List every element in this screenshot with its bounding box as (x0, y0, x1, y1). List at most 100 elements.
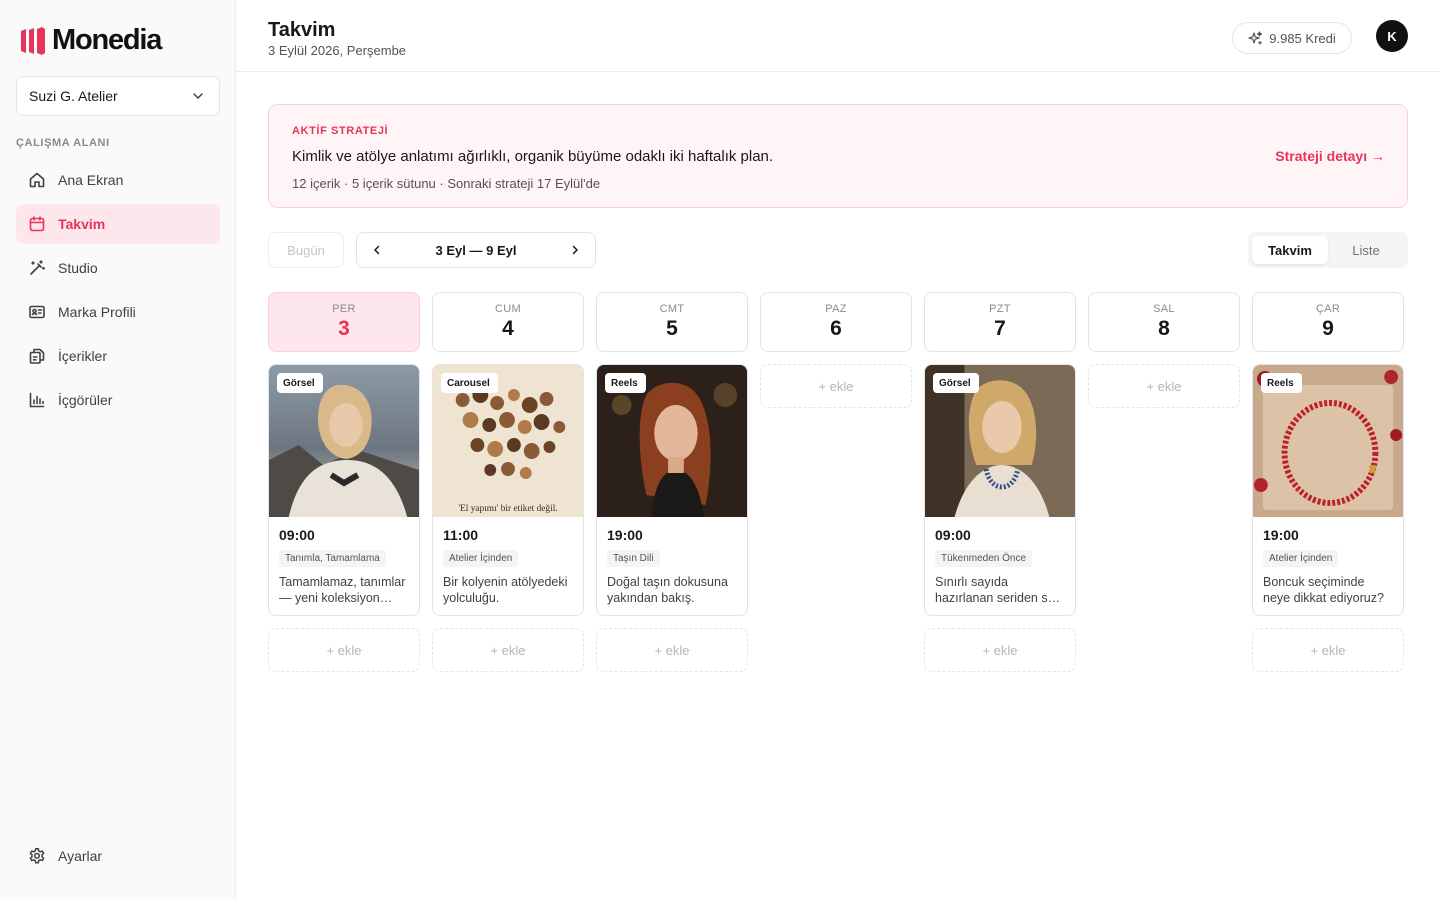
gear-icon (29, 848, 45, 864)
day-header[interactable]: PER 3 (268, 292, 420, 352)
post-card[interactable]: Reels 19:00 Atelier İçinden Boncuk seçim… (1252, 364, 1404, 616)
day-of-week: PAZ (825, 303, 847, 315)
calendar-icon (29, 216, 45, 232)
day-header[interactable]: PAZ 6 (760, 292, 912, 352)
avatar[interactable]: K (1376, 20, 1408, 52)
day-column-tuesday: SAL 8 + ekle (1088, 292, 1240, 408)
logo-mark-icon (21, 26, 45, 55)
sidebar: Monedia Suzi G. Atelier ÇALIŞMA ALANI An… (0, 0, 236, 900)
post-description: Tamamlamaz, tanımlar — yeni koleksiyon y… (279, 575, 406, 605)
content-type-badge: Reels (605, 373, 646, 393)
day-of-week: SAL (1153, 303, 1175, 315)
post-time: 11:00 (443, 527, 479, 543)
add-post-button[interactable]: + ekle (268, 628, 420, 672)
credits-badge[interactable]: 9.985 Kredi (1232, 22, 1352, 54)
date-range-label: 3 Eyl — 9 Eyl (435, 242, 517, 258)
post-card[interactable]: Reels 19:00 Taşın Dili Doğal taşın dokus… (596, 364, 748, 616)
post-thumbnail: Görsel (925, 365, 1075, 517)
add-post-button[interactable]: + ekle (760, 364, 912, 408)
add-post-button[interactable]: + ekle (1252, 628, 1404, 672)
sidebar-item-label: İçerikler (58, 348, 108, 364)
sidebar-item-studio[interactable]: Studio (16, 248, 220, 288)
sparkle-icon (1248, 30, 1263, 44)
day-column-thursday: PER 3 Görsel 09:00 Tanımla, Tamamlama Ta… (268, 292, 420, 672)
chevron-left-icon[interactable] (371, 244, 383, 256)
sidebar-item-label: Ayarlar (58, 848, 103, 864)
day-number: 7 (994, 317, 1006, 340)
post-description: Bir kolyenin atölyedeki yolculuğu. (443, 575, 568, 605)
workspace-select[interactable]: Suzi G. Atelier (16, 76, 220, 116)
day-column-monday: PZT 7 Görsel 09:00 Tükenmeden Önce Sınır… (924, 292, 1076, 672)
day-column-sunday: PAZ 6 + ekle (760, 292, 912, 408)
content-pillar-tag: Atelier İçinden (443, 550, 519, 567)
post-thumbnail: Reels (1253, 365, 1403, 517)
sidebar-item-insights[interactable]: İçgörüler (16, 380, 220, 420)
today-button[interactable]: Bugün (268, 232, 344, 268)
view-toggle: Takvim Liste (1248, 232, 1408, 268)
content-pillar-tag: Tanımla, Tamamlama (279, 550, 386, 567)
content-pillar-tag: Taşın Dili (607, 550, 660, 567)
day-of-week: ÇAR (1315, 303, 1341, 315)
sidebar-item-label: Marka Profili (58, 304, 136, 320)
active-strategy-banner: AKTİF STRATEJİ Kimlik ve atölye anlatımı… (268, 104, 1408, 208)
date-range-navigator: 3 Eyl — 9 Eyl (356, 232, 596, 268)
day-number: 3 (338, 317, 350, 340)
copy-icon (29, 348, 45, 364)
day-header[interactable]: ÇAR 9 (1252, 292, 1404, 352)
post-card[interactable]: Görsel 09:00 Tükenmeden Önce Sınırlı say… (924, 364, 1076, 616)
sidebar-item-settings[interactable]: Ayarlar (16, 836, 220, 876)
chevron-right-icon[interactable] (569, 244, 581, 256)
sidebar-item-contents[interactable]: İçerikler (16, 336, 220, 376)
view-option-calendar[interactable]: Takvim (1252, 236, 1328, 264)
home-icon (29, 172, 45, 188)
credits-label: 9.985 Kredi (1269, 30, 1336, 46)
day-number: 5 (666, 317, 678, 340)
day-header[interactable]: SAL 8 (1088, 292, 1240, 352)
day-of-week: PER (332, 303, 356, 315)
day-column-saturday: CMT 5 Reels 19:00 Taşın Dili Doğal taşın… (596, 292, 748, 672)
add-post-button[interactable]: + ekle (1088, 364, 1240, 408)
sidebar-item-calendar[interactable]: Takvim (16, 204, 220, 244)
strategy-meta: 12 içerik · 5 içerik sütunu · Sonraki st… (292, 176, 601, 191)
sidebar-item-label: Ana Ekran (58, 172, 124, 188)
post-description: Boncuk seçiminde neye dikkat ediyoruz? (1263, 575, 1384, 605)
strategy-text: Kimlik ve atölye anlatımı ağırlıklı, org… (292, 148, 774, 165)
post-time: 19:00 (1263, 527, 1299, 543)
sidebar-settings: Ayarlar (16, 836, 220, 880)
logo[interactable]: Monedia (20, 24, 162, 57)
content-pillar-tag: Tükenmeden Önce (935, 550, 1033, 567)
day-header[interactable]: PZT 7 (924, 292, 1076, 352)
post-description: Sınırlı sayıda hazırlanan seriden son pa… (935, 575, 1062, 605)
add-post-button[interactable]: + ekle (432, 628, 584, 672)
day-of-week: CUM (495, 303, 521, 315)
sidebar-item-label: Studio (58, 260, 98, 276)
logo-text: Monedia (52, 24, 162, 56)
post-time: 19:00 (607, 527, 643, 543)
sidebar-item-brand-profile[interactable]: Marka Profili (16, 292, 220, 332)
post-thumbnail: Reels (597, 365, 747, 517)
view-option-list[interactable]: Liste (1328, 236, 1404, 264)
day-of-week: PZT (989, 303, 1011, 315)
content-type-badge: Carousel (441, 373, 498, 393)
day-of-week: CMT (659, 303, 685, 315)
post-card[interactable]: Görsel 09:00 Tanımla, Tamamlama Tamamlam… (268, 364, 420, 616)
day-number: 8 (1158, 317, 1170, 340)
day-number: 9 (1322, 317, 1334, 340)
content-pillar-tag: Atelier İçinden (1263, 550, 1339, 567)
content-type-badge: Görsel (933, 373, 979, 393)
post-thumbnail: Görsel (269, 365, 419, 517)
sidebar-item-label: İçgörüler (58, 392, 113, 408)
id-card-icon (29, 305, 45, 319)
image-caption-text: 'El yapımı' bir etiket değil. (458, 504, 557, 514)
day-header[interactable]: CMT 5 (596, 292, 748, 352)
strategy-detail-link[interactable]: Strateji detayı → (1275, 148, 1385, 164)
day-column-friday: CUM 4 'El yapımı' bir etiket değil. Caro… (432, 292, 584, 672)
section-label: ÇALIŞMA ALANI (16, 137, 110, 149)
day-header[interactable]: CUM 4 (432, 292, 584, 352)
day-number: 4 (502, 317, 514, 340)
sidebar-item-home[interactable]: Ana Ekran (16, 160, 220, 200)
add-post-button[interactable]: + ekle (596, 628, 748, 672)
post-card[interactable]: 'El yapımı' bir etiket değil. Carousel 1… (432, 364, 584, 616)
add-post-button[interactable]: + ekle (924, 628, 1076, 672)
workspace-name: Suzi G. Atelier (29, 88, 118, 104)
